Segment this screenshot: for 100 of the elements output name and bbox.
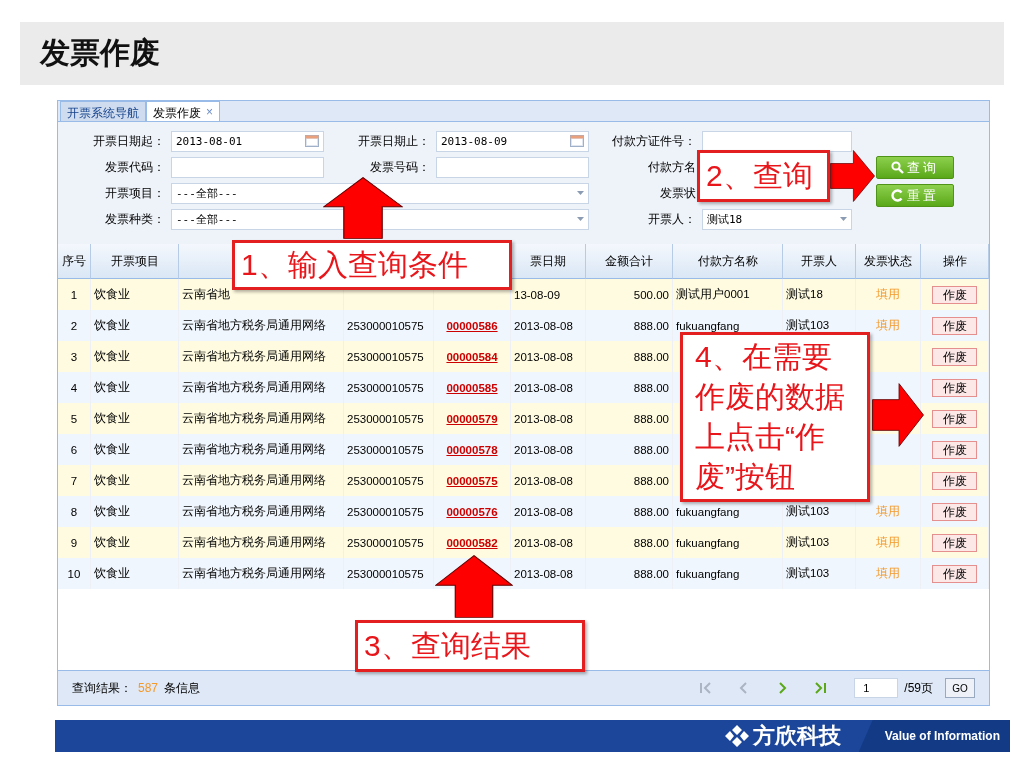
invoice-link[interactable]: 00000586: [446, 319, 498, 332]
table-cell: 云南省地方税务局通用网络: [182, 318, 326, 333]
table-cell: 253000010575: [347, 536, 424, 549]
table-cell: 填用: [876, 287, 900, 302]
text-field[interactable]: [436, 156, 589, 178]
void-button[interactable]: 作废: [932, 471, 977, 490]
table-cell: 253000010575: [347, 381, 424, 394]
invoice-link[interactable]: 00000584: [446, 350, 498, 363]
table-cell: 饮食业: [94, 504, 130, 519]
table-cell: 填用: [876, 504, 900, 519]
search-icon: [891, 161, 904, 174]
void-button[interactable]: 作废: [932, 285, 977, 304]
table-cell: 500.00: [633, 288, 669, 301]
annotation-tooltip: 3、查询结果: [355, 620, 585, 672]
void-button[interactable]: 作废: [932, 378, 977, 397]
annotation-tooltip: 4、在需要作废的数据上点击“作废”按钮: [680, 332, 870, 502]
page-total: /59页: [904, 679, 933, 697]
table-cell: 饮食业: [94, 473, 130, 488]
table-cell: 云南省地: [182, 287, 230, 302]
text-field[interactable]: [702, 130, 852, 152]
table-cell: 888.00: [633, 350, 669, 363]
table-cell: 5: [70, 412, 78, 425]
table-cell: 888.00: [633, 412, 669, 425]
table-cell: 云南省地方税务局通用网络: [182, 535, 326, 550]
void-button[interactable]: 作废: [932, 440, 977, 459]
field-label: 发票代码：: [104, 158, 166, 176]
void-button[interactable]: 作废: [932, 316, 977, 335]
table-cell: 3: [70, 350, 78, 363]
table-cell: 13-08-09: [514, 288, 561, 301]
close-icon[interactable]: ×: [206, 105, 213, 121]
table-cell: 10: [67, 567, 81, 580]
table-cell: 测试103: [786, 318, 830, 333]
dropdown-field[interactable]: 测试18: [702, 208, 852, 230]
table-cell: 2013-08-08: [514, 443, 573, 456]
field-label: 发票种类：: [104, 210, 166, 228]
void-button[interactable]: 作废: [932, 533, 977, 552]
table-cell: 云南省地方税务局通用网络: [182, 349, 326, 364]
caret-icon[interactable]: [840, 217, 847, 221]
table-cell: 6: [70, 443, 78, 456]
table-cell: 253000010575: [347, 412, 424, 425]
last-page-icon[interactable]: [812, 680, 829, 696]
table-cell: 253000010575: [347, 567, 424, 580]
slogan: Value of Information: [858, 720, 1010, 752]
date-field[interactable]: 2013-08-01: [171, 130, 324, 152]
table-cell: 888.00: [633, 381, 669, 394]
table-cell: 253000010575: [347, 319, 424, 332]
table-cell: 2013-08-08: [514, 381, 573, 394]
dropdown-field[interactable]: ---全部---: [171, 208, 589, 230]
annotation-tooltip: 2、查询: [697, 150, 830, 202]
table-cell: 888.00: [633, 443, 669, 456]
tab[interactable]: 开票系统导航: [60, 101, 146, 121]
tab[interactable]: 发票作废 ×: [146, 101, 220, 121]
table-cell: 饮食业: [94, 411, 130, 426]
invoice-link[interactable]: 00000579: [446, 412, 498, 425]
table-cell: 2013-08-08: [514, 319, 573, 332]
table-cell: 4: [70, 381, 78, 394]
table-cell: 7: [70, 474, 78, 487]
result-suffix: 条信息: [164, 679, 201, 697]
field-label: 开票人：: [647, 210, 697, 228]
void-button[interactable]: 作废: [932, 347, 977, 366]
table-cell: 253000010575: [347, 350, 424, 363]
table-cell: 饮食业: [94, 318, 130, 333]
text-field[interactable]: [171, 156, 324, 178]
field-label: 付款方名: [647, 158, 697, 176]
table-cell: 饮食业: [94, 442, 130, 457]
table-cell: 888.00: [633, 567, 669, 580]
invoice-link[interactable]: 00000585: [446, 381, 498, 394]
result-label: 查询结果：: [72, 679, 132, 697]
table-cell: 2013-08-08: [514, 474, 573, 487]
void-button[interactable]: 作废: [932, 564, 977, 583]
table-cell: 2013-08-08: [514, 505, 573, 518]
table-cell: 888.00: [633, 505, 669, 518]
refresh-icon: [891, 189, 904, 202]
table-cell: 云南省地方税务局通用网络: [182, 411, 326, 426]
invoice-link[interactable]: 00000578: [446, 443, 498, 456]
table-cell: 253000010575: [347, 474, 424, 487]
field-label: 开票日期起：: [92, 132, 166, 150]
go-button[interactable]: GO: [945, 678, 975, 698]
void-button[interactable]: 作废: [932, 502, 977, 521]
table-cell: 2013-08-08: [514, 567, 573, 580]
page-input[interactable]: 1: [854, 678, 899, 698]
table-cell: 2013-08-08: [514, 536, 573, 549]
calendar-icon[interactable]: [305, 135, 319, 147]
date-field[interactable]: 2013-08-09: [436, 130, 589, 152]
table-cell: 测试103: [786, 504, 830, 519]
result-count: 587: [138, 681, 159, 695]
slide-title: 发票作废: [40, 35, 160, 71]
table-cell: 888.00: [633, 474, 669, 487]
invoice-link[interactable]: 00000582: [446, 536, 498, 549]
void-button[interactable]: 作废: [932, 409, 977, 428]
table-cell: 2013-08-08: [514, 350, 573, 363]
table-cell: 饮食业: [94, 287, 130, 302]
calendar-icon[interactable]: [570, 135, 584, 147]
invoice-link[interactable]: 00000575: [446, 474, 498, 487]
table-cell: 8: [70, 505, 78, 518]
caret-icon[interactable]: [577, 217, 584, 221]
table-cell: fukuangfang: [676, 567, 740, 580]
table-cell: 填用: [876, 566, 900, 581]
invoice-link[interactable]: 00000576: [446, 505, 498, 518]
table-cell: fukuangfang: [676, 505, 740, 518]
